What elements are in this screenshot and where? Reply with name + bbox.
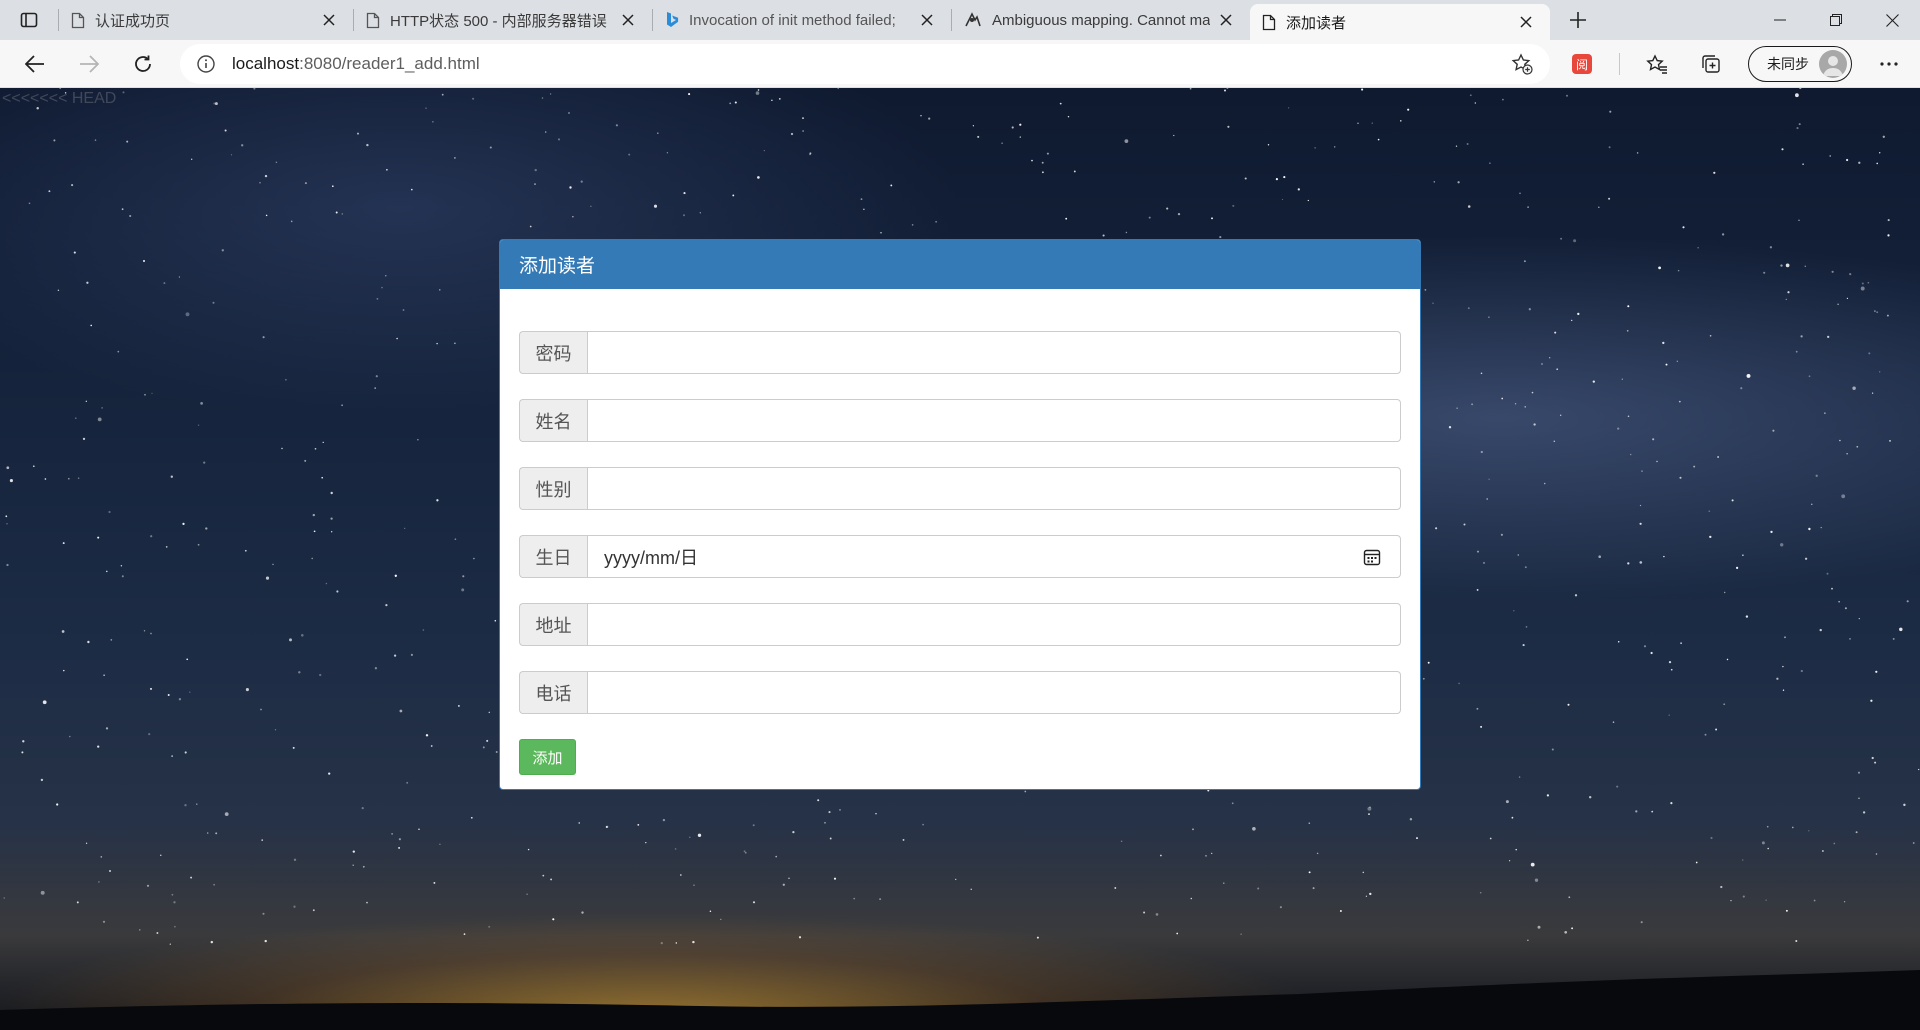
back-button[interactable]	[8, 40, 62, 88]
close-window-button[interactable]	[1864, 0, 1920, 40]
close-icon[interactable]	[319, 10, 339, 30]
info-icon[interactable]	[194, 52, 218, 76]
url-host: localhost	[232, 54, 300, 73]
address-label: 地址	[519, 603, 587, 646]
toolbar-divider	[1619, 53, 1620, 75]
settings-more-button[interactable]	[1862, 40, 1916, 88]
restore-icon	[1830, 14, 1842, 26]
tab-title: 认证成功页	[95, 12, 171, 30]
tab-title: Invocation of init method failed;	[689, 11, 896, 29]
refresh-icon	[135, 55, 151, 72]
page-icon	[1262, 14, 1276, 30]
restore-button[interactable]	[1808, 0, 1864, 40]
url-path: :8080/reader1_add.html	[299, 54, 480, 73]
collections-icon	[1702, 55, 1720, 73]
tab-bar: 认证成功页 HTTP状态 500 - 内部服务器错误 Invocation of…	[0, 0, 1920, 40]
new-tab-button[interactable]	[1556, 0, 1600, 40]
minimize-button[interactable]	[1752, 0, 1808, 40]
tab-title: 添加读者	[1286, 14, 1347, 32]
profile-button[interactable]: 未同步	[1748, 46, 1852, 82]
panel-title: 添加读者	[500, 240, 1420, 289]
password-label: 密码	[519, 331, 587, 374]
name-input[interactable]	[587, 399, 1401, 442]
tab-1[interactable]: 认证成功页	[59, 0, 353, 40]
close-icon[interactable]	[1216, 10, 1236, 30]
tab-actions-button[interactable]	[0, 0, 58, 40]
extension-button[interactable]: 阅	[1555, 40, 1609, 88]
window-controls	[1752, 0, 1920, 40]
name-row: 姓名	[519, 399, 1401, 442]
close-icon[interactable]	[917, 10, 937, 30]
birthday-date-input[interactable]: yyyy/mm/日	[587, 535, 1401, 578]
tab-title: HTTP状态 500 - 内部服务器错误	[390, 12, 607, 30]
phone-label: 电话	[519, 671, 587, 714]
close-icon[interactable]	[1516, 12, 1536, 32]
gender-row: 性别	[519, 467, 1401, 510]
profile-label: 未同步	[1767, 56, 1809, 72]
add-favorite-button[interactable]	[1508, 50, 1536, 78]
favorites-button[interactable]	[1630, 40, 1684, 88]
add-reader-form: 密码 姓名 性别 生日 yyyy/mm/日 地址 电话 添加	[500, 289, 1420, 775]
reader-extension-icon: 阅	[1572, 54, 1592, 74]
forward-button[interactable]	[62, 40, 116, 88]
birthday-row: 生日 yyyy/mm/日	[519, 535, 1401, 578]
tab-actions-icon	[20, 12, 38, 28]
star-plus-icon	[1511, 53, 1533, 75]
refresh-button[interactable]	[116, 40, 170, 88]
close-icon	[1885, 13, 1899, 27]
tab-title: Ambiguous mapping. Cannot ma	[992, 11, 1210, 29]
phone-row: 电话	[519, 671, 1401, 714]
birthday-label: 生日	[519, 535, 587, 578]
gender-input[interactable]	[587, 467, 1401, 510]
calendar-icon[interactable]	[1360, 545, 1384, 569]
toolbar-right: 阅 未同步	[1555, 40, 1920, 88]
bing-icon	[667, 12, 679, 27]
add-reader-panel: 添加读者 密码 姓名 性别 生日 yyyy/mm/日 地址 电话 添加	[499, 239, 1421, 790]
close-icon[interactable]	[618, 10, 638, 30]
add-button[interactable]: 添加	[519, 739, 576, 775]
more-icon	[1880, 62, 1898, 66]
address-input[interactable]	[587, 603, 1401, 646]
tab-2[interactable]: HTTP状态 500 - 内部服务器错误	[354, 0, 652, 40]
avatar-icon	[1819, 50, 1847, 78]
arrow-right-icon	[80, 54, 99, 73]
page-content: <<<<<<< HEAD 添加读者 密码 姓名 性别 生日 yyyy/mm/日	[0, 88, 1920, 1030]
password-input[interactable]	[587, 331, 1401, 374]
merge-conflict-marker: <<<<<<< HEAD	[2, 90, 117, 107]
browser-toolbar: localhost:8080/reader1_add.html 阅 未同步	[0, 40, 1920, 88]
gender-label: 性别	[519, 467, 587, 510]
tab-3[interactable]: Invocation of init method failed;	[653, 0, 951, 40]
collections-button[interactable]	[1684, 40, 1738, 88]
app-icon	[965, 12, 981, 27]
password-row: 密码	[519, 331, 1401, 374]
page-icon	[71, 12, 85, 28]
name-label: 姓名	[519, 399, 587, 442]
address-bar[interactable]: localhost:8080/reader1_add.html	[180, 44, 1550, 84]
date-placeholder: yyyy/mm/日	[604, 547, 698, 568]
phone-input[interactable]	[587, 671, 1401, 714]
tab-4[interactable]: Ambiguous mapping. Cannot ma	[952, 0, 1250, 40]
page-icon	[366, 12, 380, 28]
favorites-icon	[1646, 54, 1667, 74]
minimize-icon	[1774, 19, 1786, 21]
arrow-left-icon	[25, 54, 44, 73]
address-row: 地址	[519, 603, 1401, 646]
horizon-silhouette	[0, 970, 1920, 1030]
tab-5-active[interactable]: 添加读者	[1250, 4, 1550, 40]
plus-icon	[1570, 12, 1586, 28]
url-text[interactable]: localhost:8080/reader1_add.html	[232, 54, 1508, 74]
